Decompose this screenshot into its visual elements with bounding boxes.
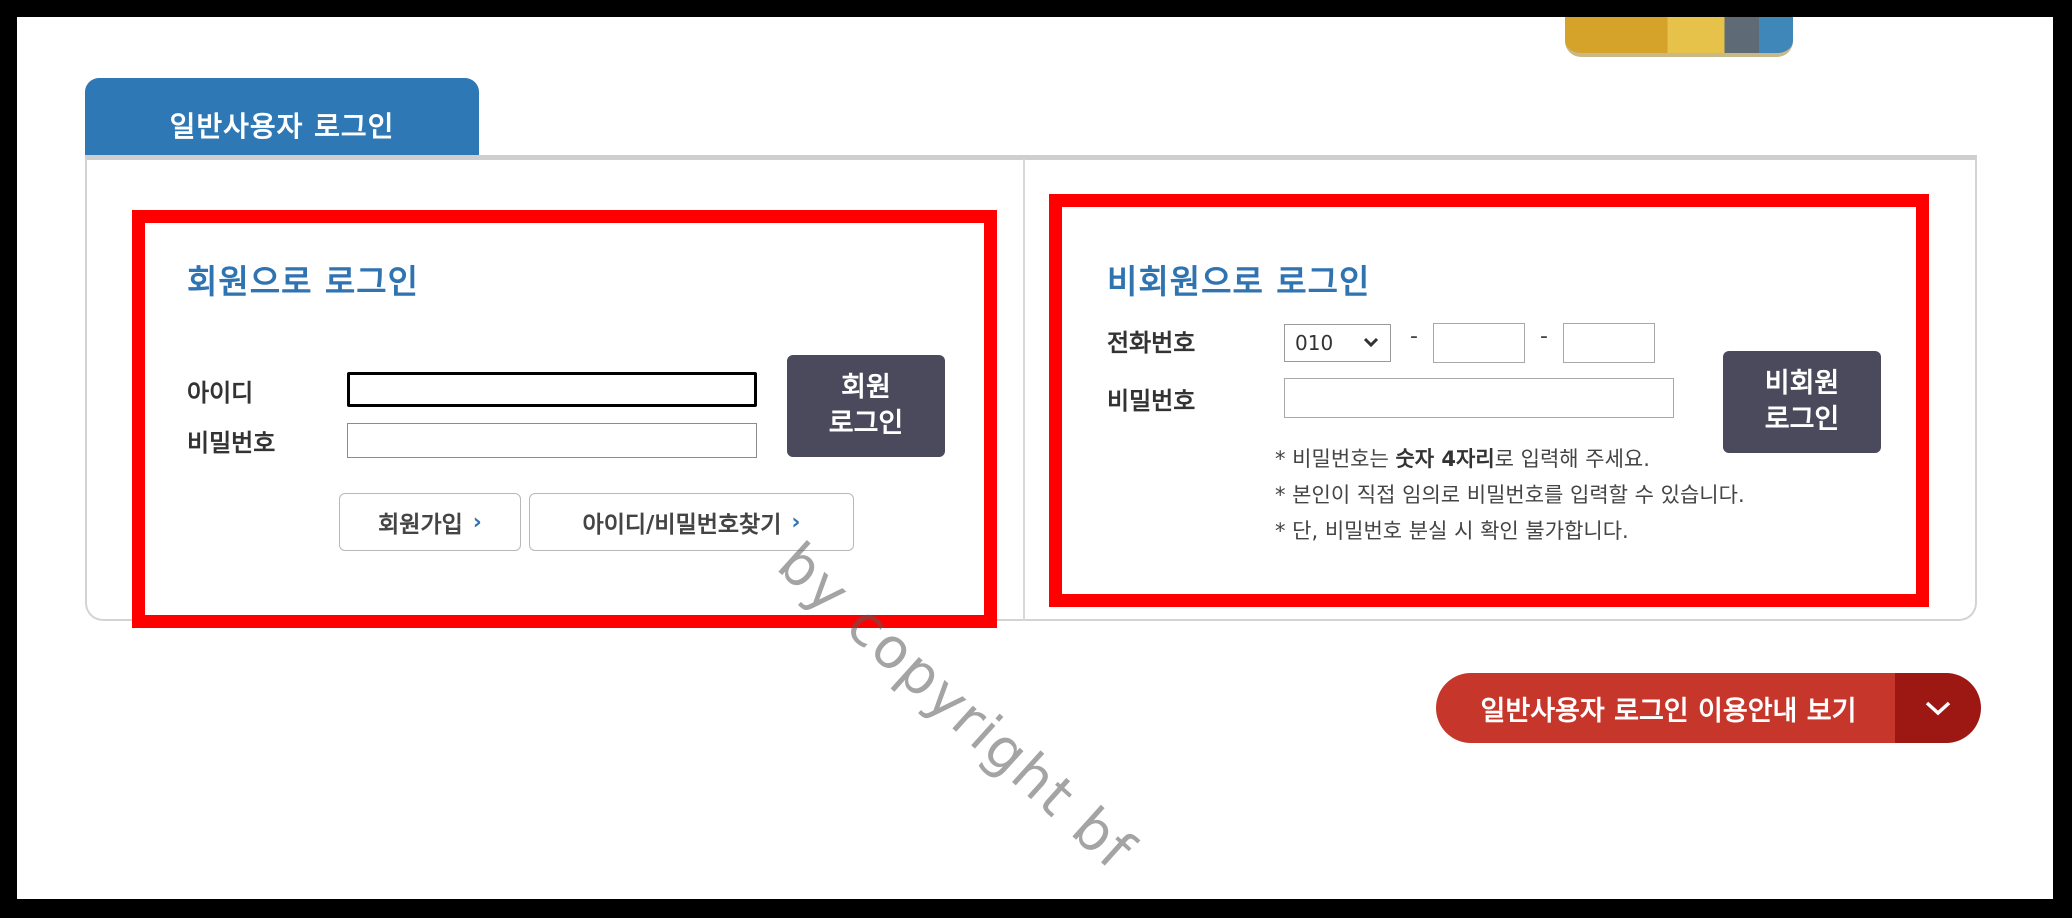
member-login-button-line2: 로그인	[828, 408, 904, 439]
member-login-button[interactable]: 회원 로그인	[787, 355, 945, 457]
note-2: * 본인이 직접 임의로 비밀번호를 입력할 수 있습니다.	[1275, 483, 1745, 507]
phone-middle-input[interactable]	[1433, 323, 1525, 363]
find-id-password-label: 아이디/비밀번호찾기	[582, 512, 782, 538]
panel-divider	[1023, 159, 1025, 621]
phone-label: 전화번호	[1107, 329, 1196, 357]
phone-prefix-select[interactable]: 010	[1284, 324, 1391, 362]
member-id-label: 아이디	[187, 379, 254, 407]
guest-login-button-line2: 로그인	[1764, 404, 1840, 435]
guest-login-notes: * 비밀번호는 숫자 4자리로 입력해 주세요. * 본인이 직접 임의로 비밀…	[1275, 441, 1745, 549]
chevron-down-icon[interactable]	[1895, 673, 1981, 743]
member-login-button-line1: 회원	[841, 372, 891, 403]
note-3: * 단, 비밀번호 분실 시 확인 불가합니다.	[1275, 519, 1629, 543]
member-login-title: 회원으로 로그인	[187, 262, 420, 301]
chevron-right-icon: ›	[472, 509, 482, 535]
guest-login-button[interactable]: 비회원 로그인	[1723, 351, 1881, 453]
page-canvas: 일반사용자 로그인 회원으로 로그인 아이디 비밀번호 회원 로그인 회원가입 …	[17, 17, 2053, 899]
member-password-label: 비밀번호	[187, 429, 276, 457]
guest-password-label: 비밀번호	[1107, 387, 1196, 415]
signup-label: 회원가입	[378, 512, 463, 538]
signup-button[interactable]: 회원가입 ›	[339, 493, 521, 551]
chevron-right-icon: ›	[791, 509, 801, 535]
chevron-down-icon	[1361, 332, 1381, 357]
login-guide-button[interactable]: 일반사용자 로그인 이용안내 보기	[1436, 673, 1981, 743]
note-1: * 비밀번호는 숫자 4자리로 입력해 주세요.	[1275, 441, 1745, 477]
login-guide-label: 일반사용자 로그인 이용안내 보기	[1436, 673, 1895, 743]
note-1-prefix: * 비밀번호는	[1275, 447, 1396, 471]
guest-login-title: 비회원으로 로그인	[1107, 262, 1371, 301]
guest-password-input[interactable]	[1284, 378, 1674, 418]
member-id-input[interactable]	[347, 372, 757, 407]
top-logo-image	[1565, 17, 1793, 57]
phone-prefix-value: 010	[1295, 331, 1334, 355]
note-1-suffix: 로 입력해 주세요.	[1494, 447, 1650, 471]
note-1-strong: 숫자 4자리	[1395, 447, 1495, 471]
phone-dash-1: -	[1410, 324, 1418, 349]
phone-dash-2: -	[1540, 324, 1548, 349]
phone-last-input[interactable]	[1563, 323, 1655, 363]
tab-label: 일반사용자 로그인	[169, 110, 395, 143]
member-password-input[interactable]	[347, 423, 757, 458]
guest-login-button-line1: 비회원	[1764, 368, 1840, 399]
